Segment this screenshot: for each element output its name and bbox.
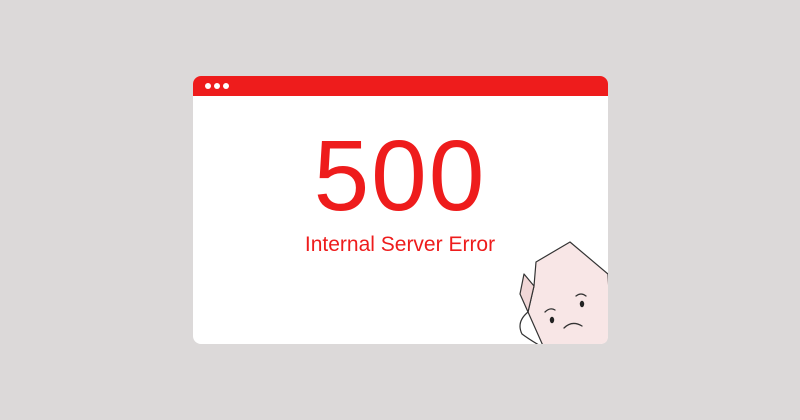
error-message: Internal Server Error [304, 233, 496, 256]
window-dot-icon [214, 83, 220, 89]
sad-document-icon [519, 241, 608, 344]
window-dot-icon [223, 83, 229, 89]
page-canvas: 500 Internal Server Error [0, 0, 800, 420]
window-title-bar [193, 76, 608, 96]
error-code: 500 [313, 120, 487, 232]
window-dot-icon [205, 83, 211, 89]
